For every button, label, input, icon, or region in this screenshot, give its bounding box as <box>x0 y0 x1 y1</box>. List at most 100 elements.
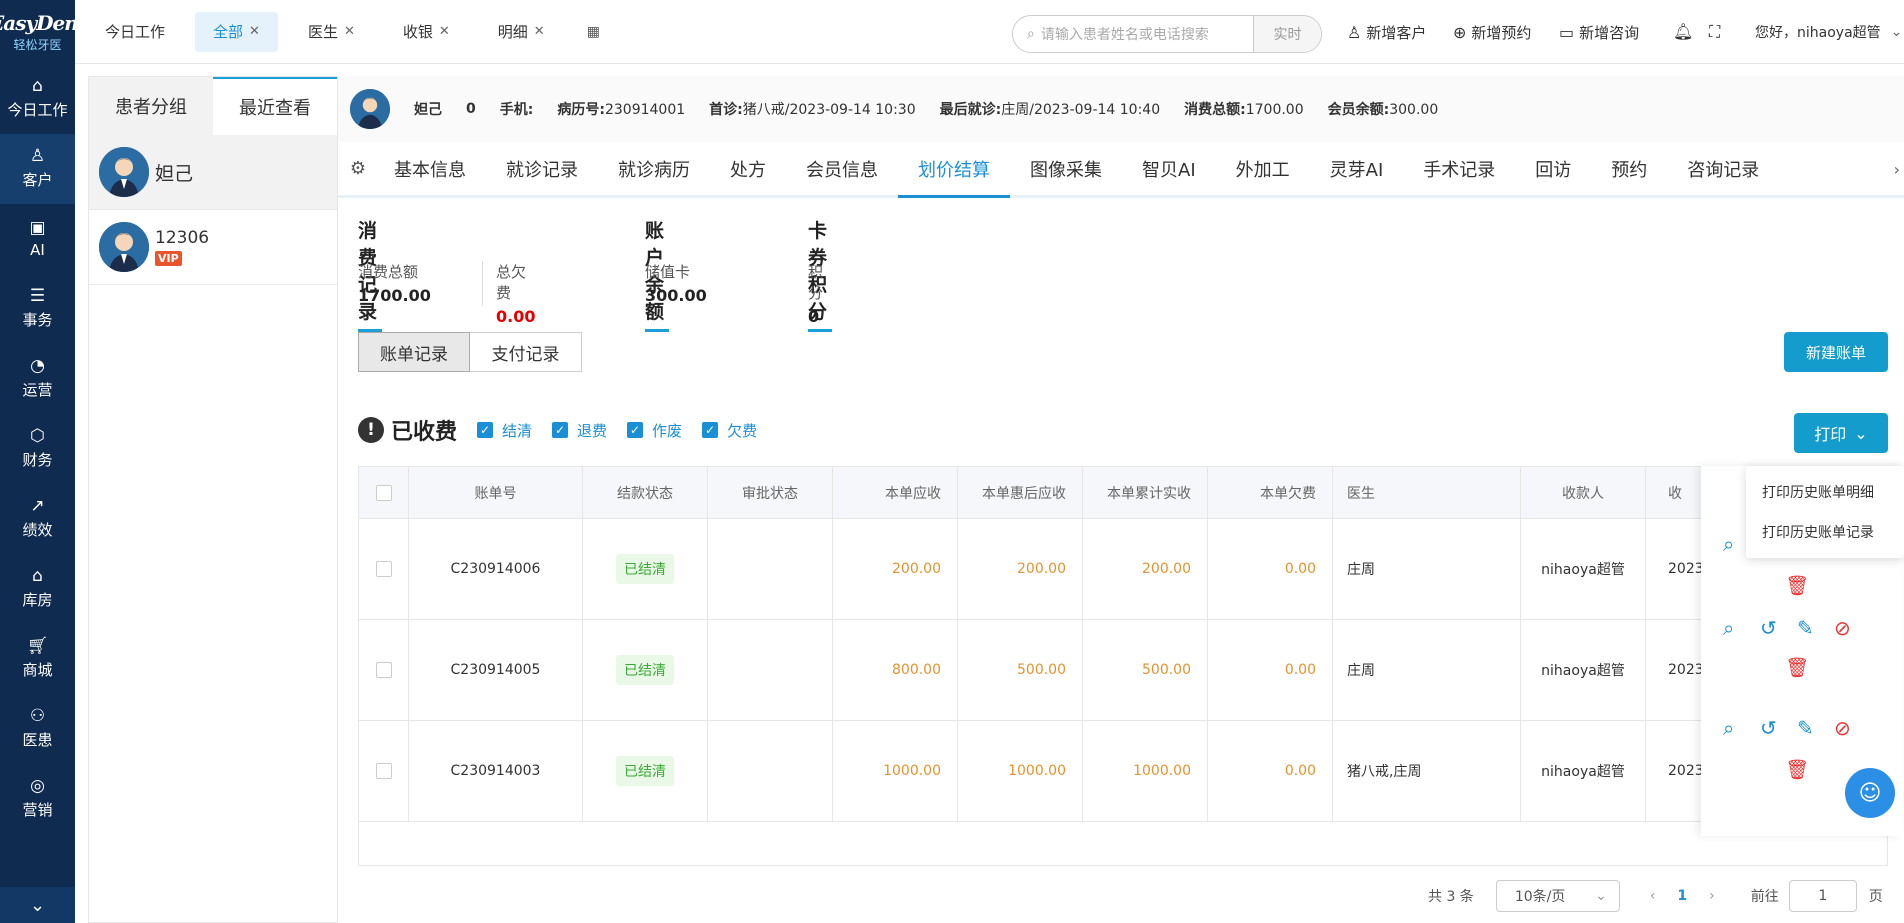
tab-detail[interactable]: 明细 ✕ <box>480 12 563 52</box>
new-bill-button[interactable]: 新建账单 <box>1784 332 1888 372</box>
sidebar-item-label: 商城 <box>22 661 53 679</box>
grid-icon[interactable]: ▦ <box>587 24 600 40</box>
void-icon[interactable]: ⊘ <box>1834 616 1871 640</box>
sidebar-item-marketing[interactable]: ◎ 营销 <box>0 764 75 834</box>
goto-page-input[interactable]: 1 <box>1788 880 1857 912</box>
page-number[interactable]: 1 <box>1677 888 1687 904</box>
close-icon[interactable]: ✕ <box>249 24 260 39</box>
tab-basic-info[interactable]: 基本信息 <box>374 141 486 197</box>
void-icon[interactable]: ⊘ <box>1834 716 1871 740</box>
sidebar-item-customer[interactable]: ♙ 客户 <box>0 134 75 204</box>
user-icon: ♙ <box>29 146 46 166</box>
delete-icon[interactable]: 🗑︎ <box>1785 758 1809 781</box>
table-row[interactable]: C230914005 已结清 800.00 500.00 500.00 0.00… <box>359 620 1887 721</box>
sidebar-item-performance[interactable]: ↗ 绩效 <box>0 484 75 554</box>
tab-member-info[interactable]: 会员信息 <box>786 141 898 197</box>
sidebar-item-doctor-patient[interactable]: ⚇ 医患 <box>0 694 75 764</box>
list-item[interactable]: 12306 VIP <box>89 210 337 285</box>
print-history-detail-item[interactable]: 打印历史账单明细 <box>1746 472 1904 512</box>
tab-recent-view[interactable]: 最近查看 <box>213 77 337 135</box>
delete-icon[interactable]: 🗑︎ <box>1785 656 1809 679</box>
tab-zhibei-ai[interactable]: 智贝AI <box>1122 141 1216 197</box>
chevron-right-icon[interactable]: › <box>1894 160 1900 179</box>
tab-billing[interactable]: 划价结算 <box>898 142 1010 198</box>
delete-icon[interactable]: 🗑︎ <box>1785 574 1809 597</box>
sidebar-item-affairs[interactable]: ☰ 事务 <box>0 274 75 344</box>
total-count: 共 3 条 <box>1428 889 1474 905</box>
tab-medical-record[interactable]: 就诊病历 <box>598 141 710 197</box>
edit-icon[interactable]: ✎ <box>1797 716 1834 740</box>
search-input[interactable]: 请输入患者姓名或电话搜索 <box>1041 24 1253 44</box>
sidebar-item-finance[interactable]: ⬡ 财务 <box>0 414 75 484</box>
tab-all[interactable]: 全部 ✕ <box>195 11 278 52</box>
sidebar-item-mall[interactable]: 🛒︎ 商城 <box>0 624 75 694</box>
close-icon[interactable]: ✕ <box>439 24 450 39</box>
filter-void-checkbox[interactable]: ✓ 作废 <box>627 420 682 441</box>
table-row[interactable]: C230914006 已结清 200.00 200.00 200.00 0.00… <box>359 519 1887 620</box>
new-consult-button[interactable]: ▭ 新增咨询 <box>1559 22 1639 43</box>
logo-subtitle: 轻松牙医 <box>13 38 62 52</box>
close-icon[interactable]: ✕ <box>534 24 545 39</box>
customer-service-button[interactable]: ☺ <box>1845 768 1895 818</box>
page-size-select[interactable]: 10条/页 ⌄ <box>1495 880 1620 912</box>
payee-cell: nihaoya超管 <box>1521 620 1646 720</box>
select-all-checkbox[interactable] <box>359 467 409 518</box>
chevron-down-icon: ⌄ <box>29 894 46 916</box>
view-icon[interactable]: ⌕ <box>1723 716 1760 740</box>
debt-cell: 0.00 <box>1208 519 1333 619</box>
refund-icon[interactable]: ↺ <box>1760 616 1797 640</box>
tab-today-work[interactable]: 今日工作 <box>87 12 183 52</box>
logo[interactable]: EasyDent 轻松牙医 <box>0 0 87 64</box>
sidebar-item-ai[interactable]: ▣ AI <box>0 204 75 274</box>
notification-button[interactable]: 🔔︎ <box>1673 22 1698 41</box>
list-item[interactable]: 妲己 <box>89 135 337 210</box>
tab-consult-record[interactable]: 咨询记录 <box>1667 141 1779 197</box>
tab-bill-records[interactable]: 账单记录 <box>358 332 470 372</box>
stored-card-label: 储值卡 <box>645 263 691 281</box>
sidebar-collapse-button[interactable]: ⌄ <box>0 887 75 923</box>
tab-prescription[interactable]: 处方 <box>710 141 786 197</box>
tab-payment-records[interactable]: 支付记录 <box>470 332 582 372</box>
next-page-icon[interactable]: › <box>1709 888 1715 904</box>
view-icon[interactable]: ⌕ <box>1723 616 1760 640</box>
filter-debt-checkbox[interactable]: ✓ 欠费 <box>702 420 757 441</box>
debt-cell: 0.00 <box>1208 620 1333 720</box>
refund-icon[interactable]: ↺ <box>1760 716 1797 740</box>
tab-follow-up[interactable]: 回访 <box>1515 141 1591 197</box>
sidebar-item-label: 运营 <box>22 381 53 399</box>
new-customer-button[interactable]: ♙ 新增客户 <box>1347 22 1426 43</box>
close-icon[interactable]: ✕ <box>344 24 355 39</box>
sidebar-item-operation[interactable]: ◔ 运营 <box>0 344 75 414</box>
top-bar: 今日工作 全部 ✕ 医生 ✕ 收银 ✕ 明细 ✕ ▦ ⌕ 请输入患者姓名或电话搜索 实时… <box>75 0 1904 64</box>
tab-surgery-record[interactable]: 手术记录 <box>1403 141 1515 197</box>
tab-visit-record[interactable]: 就诊记录 <box>486 141 598 197</box>
prev-page-icon[interactable]: ‹ <box>1650 888 1656 904</box>
filter-settled-checkbox[interactable]: ✓ 结清 <box>477 420 532 441</box>
fullscreen-button[interactable]: ⛶ <box>1709 22 1725 42</box>
search-realtime-button[interactable]: 实时 <box>1253 16 1321 52</box>
patient-search[interactable]: ⌕ 请输入患者姓名或电话搜索 实时 <box>1012 15 1322 53</box>
row-checkbox[interactable] <box>359 519 409 619</box>
tab-patient-group[interactable]: 患者分组 <box>89 77 213 135</box>
row-checkbox[interactable] <box>359 620 409 720</box>
tab-lingya-ai[interactable]: 灵芽AI <box>1310 141 1404 197</box>
new-appointment-button[interactable]: ⊕ 新增预约 <box>1453 22 1531 43</box>
sidebar-item-today[interactable]: ⌂ 今日工作 <box>0 64 75 134</box>
check-icon: ✓ <box>627 422 644 438</box>
date-cell: 2023- <box>1668 662 1706 678</box>
tab-outsourcing[interactable]: 外加工 <box>1216 141 1310 197</box>
table-row[interactable]: C230914003 已结清 1000.00 1000.00 1000.00 0… <box>359 721 1887 822</box>
tab-doctor[interactable]: 医生 ✕ <box>290 12 373 52</box>
user-menu[interactable]: 您好，nihaoya超管 ⌄ <box>1755 22 1902 42</box>
edit-icon[interactable]: ✎ <box>1797 616 1834 640</box>
filter-refund-checkbox[interactable]: ✓ 退费 <box>552 420 607 441</box>
gear-icon[interactable]: ⚙ <box>342 158 374 179</box>
tab-image-capture[interactable]: 图像采集 <box>1010 141 1122 197</box>
sidebar-item-label: 事务 <box>22 311 53 329</box>
row-checkbox[interactable] <box>359 721 409 821</box>
tab-cashier[interactable]: 收银 ✕ <box>385 12 468 52</box>
print-button[interactable]: 打印 ⌄ <box>1794 413 1888 453</box>
sidebar-item-warehouse[interactable]: ⌂ 库房 <box>0 554 75 624</box>
print-history-record-item[interactable]: 打印历史账单记录 <box>1746 512 1904 552</box>
tab-appointment[interactable]: 预约 <box>1591 141 1667 197</box>
